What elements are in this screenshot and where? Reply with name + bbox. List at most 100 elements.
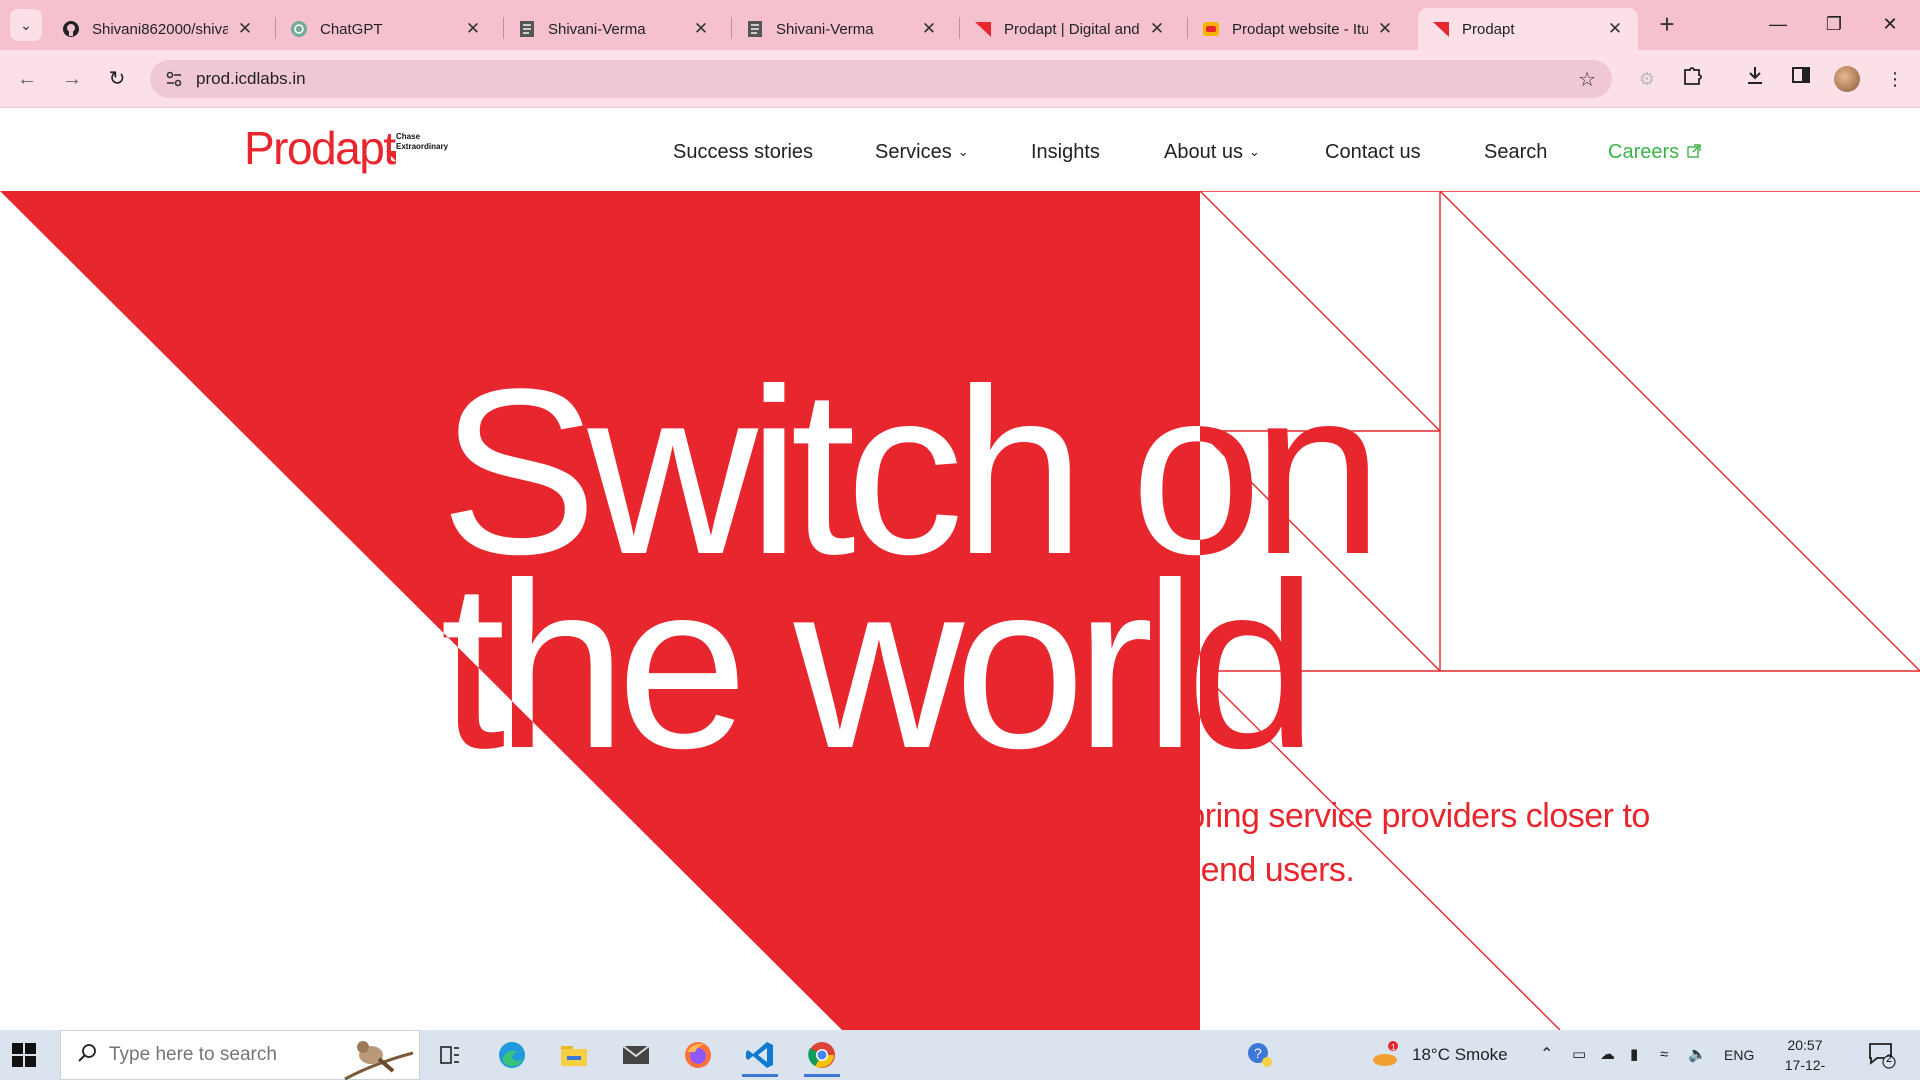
- tab-search-button[interactable]: ⌄: [10, 9, 42, 41]
- chevron-up-icon[interactable]: ⌃: [1540, 1030, 1553, 1080]
- reload-button[interactable]: ↻: [100, 62, 134, 96]
- search-icon: [77, 1043, 97, 1069]
- tab-title: Shivani-Verma: [548, 20, 646, 38]
- weather-text[interactable]: 18°C Smoke: [1412, 1030, 1508, 1080]
- browser-tab-bar: ⌄ Shivani862000/shivan ✕ ChatGPT ✕ Shiva…: [0, 0, 1920, 50]
- close-window-button[interactable]: ✕: [1870, 8, 1910, 40]
- close-tab-icon[interactable]: ✕: [920, 19, 938, 39]
- notification-count: 2: [1886, 1053, 1893, 1065]
- close-tab-icon[interactable]: ✕: [1606, 19, 1624, 39]
- windows-start-icon[interactable]: [12, 1043, 36, 1067]
- headline-line-2: the world: [440, 534, 1308, 798]
- hero-headline: Switch on the world Switch on the world: [440, 340, 1383, 798]
- hero-section: Switch on the world Switch on the world …: [0, 191, 1920, 1030]
- onedrive-icon[interactable]: ☁: [1600, 1030, 1615, 1080]
- back-button[interactable]: ←: [10, 62, 44, 96]
- prodapt-logo[interactable]: Prodapt: [244, 121, 396, 175]
- document-icon: [518, 20, 536, 38]
- vscode-icon[interactable]: [738, 1035, 782, 1077]
- chrome-icon[interactable]: [800, 1035, 844, 1077]
- close-tab-icon[interactable]: ✕: [692, 19, 710, 39]
- chevron-down-icon: ⌄: [957, 144, 969, 159]
- forward-button[interactable]: →: [55, 62, 89, 96]
- minimize-button[interactable]: —: [1758, 8, 1798, 40]
- url-input[interactable]: [196, 69, 1496, 89]
- tab-title: Prodapt | Digital and: [1004, 20, 1140, 38]
- nav-success-stories[interactable]: Success stories: [673, 141, 813, 164]
- nav-contact-us[interactable]: Contact us: [1325, 141, 1421, 164]
- itu-icon: [1202, 20, 1220, 38]
- hero-subtitle: We bring service providers closer to the…: [1128, 797, 1650, 889]
- svg-text:1: 1: [1391, 1043, 1396, 1052]
- browser-tab[interactable]: Prodapt website - Itu ✕: [1188, 8, 1408, 50]
- firefox-icon[interactable]: [676, 1035, 720, 1075]
- nav-about-us[interactable]: About us ⌄: [1164, 141, 1260, 164]
- tab-title: Prodapt: [1462, 20, 1515, 38]
- prodapt-icon: [1432, 20, 1450, 38]
- close-tab-icon[interactable]: ✕: [464, 19, 482, 39]
- more-menu-icon[interactable]: ⋮: [1880, 64, 1910, 94]
- windows-taskbar: ? 1 18°C Smoke ⌃ ▭ ☁ ▮ ≈ 🔈 ENG 20:57 17-…: [0, 1030, 1920, 1080]
- close-tab-icon[interactable]: ✕: [1148, 19, 1166, 39]
- hero-graphic: Switch on the world Switch on the world: [0, 191, 1920, 1030]
- close-tab-icon[interactable]: ✕: [236, 19, 254, 39]
- chatgpt-icon: [290, 20, 308, 38]
- side-panel-icon[interactable]: [1786, 64, 1816, 94]
- external-link-icon: [1687, 144, 1701, 158]
- svg-text:?: ?: [1254, 1045, 1262, 1061]
- github-icon: [62, 20, 80, 38]
- extensions-puzzle-icon[interactable]: [1677, 64, 1707, 94]
- file-explorer-icon[interactable]: [552, 1035, 596, 1075]
- site-header: Prodapt Chase Extraordinary Success stor…: [0, 109, 1920, 191]
- document-icon: [746, 20, 764, 38]
- restore-button[interactable]: ❐: [1814, 8, 1854, 40]
- clock[interactable]: 20:57 17-12-2023: [1770, 1035, 1840, 1080]
- help-icon[interactable]: ?: [1238, 1035, 1282, 1075]
- taskbar-search-input[interactable]: [109, 1044, 329, 1066]
- browser-toolbar: ← → ↻ ☆ ⚙ ⋮: [0, 50, 1920, 108]
- tab-title: ChatGPT: [320, 20, 383, 38]
- browser-tab[interactable]: ChatGPT ✕: [276, 8, 496, 50]
- edge-icon[interactable]: [490, 1035, 534, 1075]
- browser-tab[interactable]: Shivani-Verma ✕: [504, 8, 724, 50]
- volume-icon[interactable]: 🔈: [1688, 1030, 1707, 1080]
- notifications-icon[interactable]: 2: [1860, 1035, 1904, 1075]
- tab-title: Prodapt website - Itu: [1232, 20, 1368, 38]
- clock-date: 17-12-2023: [1784, 1057, 1826, 1080]
- logo-tagline: Chase Extraordinary: [396, 132, 449, 151]
- wifi-icon[interactable]: ≈: [1660, 1030, 1668, 1080]
- logo-triangle-icon: [386, 151, 396, 161]
- browser-tab[interactable]: Prodapt | Digital and ✕: [960, 8, 1180, 50]
- clock-time: 20:57: [1787, 1037, 1823, 1053]
- chevron-down-icon: ⌄: [1248, 144, 1260, 159]
- address-bar[interactable]: ☆: [150, 60, 1612, 98]
- task-view-icon[interactable]: [428, 1035, 472, 1075]
- extension-icon[interactable]: ⚙: [1632, 64, 1662, 94]
- language-indicator[interactable]: ENG: [1724, 1030, 1754, 1080]
- bird-illustration-icon: [344, 1041, 414, 1080]
- browser-tab-active[interactable]: Prodapt ✕: [1418, 8, 1638, 50]
- close-tab-icon[interactable]: ✕: [1376, 19, 1394, 39]
- weather-icon[interactable]: 1: [1364, 1035, 1408, 1075]
- web-page: Prodapt Chase Extraordinary Success stor…: [0, 109, 1920, 1030]
- profile-avatar[interactable]: [1834, 66, 1860, 92]
- battery-icon[interactable]: ▮: [1630, 1030, 1638, 1080]
- device-icon[interactable]: ▭: [1572, 1030, 1586, 1080]
- mail-icon[interactable]: [614, 1035, 658, 1075]
- chevron-down-icon: ⌄: [20, 16, 32, 33]
- bookmark-star-icon[interactable]: ☆: [1578, 67, 1596, 92]
- prodapt-icon: [974, 20, 992, 38]
- browser-tab[interactable]: Shivani-Verma ✕: [732, 8, 952, 50]
- tab-title: Shivani862000/shivan: [92, 20, 228, 38]
- site-info-icon[interactable]: [164, 69, 184, 89]
- nav-services[interactable]: Services ⌄: [875, 141, 969, 164]
- nav-careers[interactable]: Careers: [1608, 141, 1701, 164]
- download-icon[interactable]: [1740, 64, 1770, 94]
- new-tab-button[interactable]: +: [1652, 10, 1682, 40]
- browser-tab[interactable]: Shivani862000/shivan ✕: [48, 8, 268, 50]
- nav-search[interactable]: Search: [1484, 141, 1547, 164]
- taskbar-search[interactable]: [60, 1030, 420, 1080]
- nav-insights[interactable]: Insights: [1031, 141, 1100, 164]
- tab-title: Shivani-Verma: [776, 20, 874, 38]
- hero-line-pattern: [1199, 191, 1920, 1030]
